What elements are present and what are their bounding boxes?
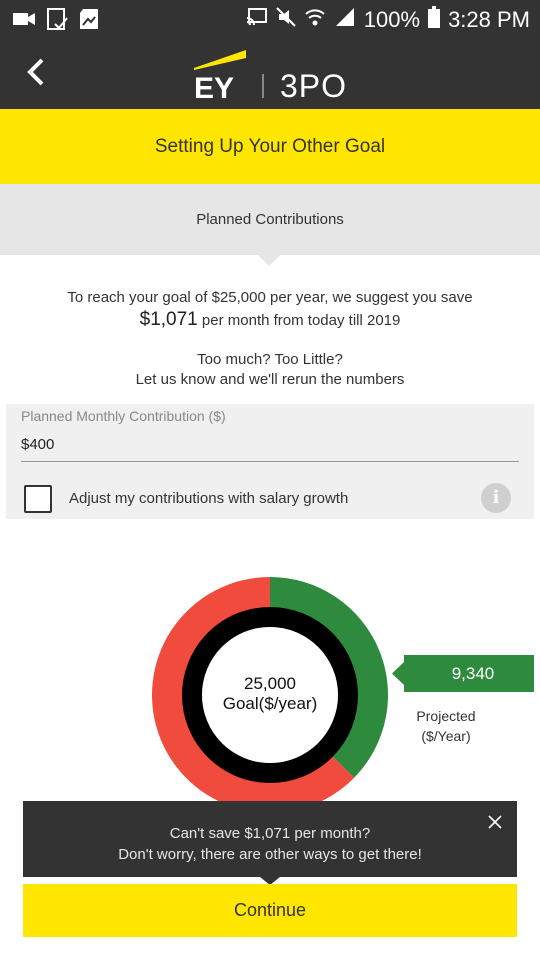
toast-line1: Can't save $1,071 per month? [169, 825, 371, 842]
contribution-form: Planned Monthly Contribution ($) Adjust … [6, 404, 534, 519]
section-header: Planned Contributions [0, 184, 540, 255]
rerun-prompt-line2: Let us know and we'll rerun the numbers [135, 371, 405, 388]
salary-growth-checkbox[interactable] [24, 485, 52, 513]
image-icon [78, 7, 102, 36]
section-title: Planned Contributions [196, 211, 344, 228]
battery-icon [428, 6, 441, 34]
rerun-prompt-line1: Too much? Too Little? [197, 351, 343, 368]
battery-percent: 100% [363, 7, 421, 32]
page-title: Setting Up Your Other Goal [154, 135, 386, 157]
status-bar: 100% 3:28 PM [0, 0, 540, 38]
mute-icon [276, 7, 296, 33]
continue-button[interactable]: Continue [23, 884, 517, 937]
projected-label-line1: Projected [416, 708, 476, 724]
signal-icon [334, 7, 356, 33]
contribution-label: Planned Monthly Contribution ($) [21, 408, 226, 424]
clipboard-check-icon [46, 7, 68, 36]
suggested-amount: $1,071 [139, 309, 198, 330]
status-right: 100% 3:28 PM [246, 6, 530, 34]
logo-text: EY [194, 72, 234, 102]
toast-close-button[interactable] [485, 812, 505, 832]
app-bar: EY 3PO [0, 38, 540, 109]
projected-value: 9,340 [451, 664, 495, 683]
goal-label: Goal($/year) [222, 694, 318, 713]
brand-divider [262, 74, 264, 98]
cast-icon [246, 7, 268, 33]
toast-message: Can't save $1,071 per month? Don't worry… [23, 823, 517, 865]
goal-center-text: 25,000 Goal($/year) [200, 674, 340, 714]
app-brand-name: 3PO [280, 68, 348, 104]
toast-line2: Don't worry, there are other ways to get… [118, 846, 422, 863]
monthly-contribution-input[interactable] [21, 428, 519, 462]
suggestion-line2: $1,071 per month from today till 2019 [0, 310, 540, 331]
suggestion-text: To reach your goal of $25,000 per year, … [0, 288, 540, 331]
shortfall-toast: Can't save $1,071 per month? Don't worry… [23, 801, 517, 877]
video-icon [12, 9, 36, 34]
projected-label: Projected ($/Year) [390, 706, 502, 746]
clock: 3:28 PM [448, 7, 530, 32]
goal-title-band: Setting Up Your Other Goal [0, 109, 540, 184]
goal-value: 25,000 [244, 674, 296, 693]
ey-logo: EY [192, 46, 256, 105]
salary-growth-label[interactable]: Adjust my contributions with salary grow… [69, 490, 348, 507]
projected-label-line2: ($/Year) [421, 728, 471, 744]
suggestion-suffix: per month from today till 2019 [201, 312, 401, 329]
rerun-prompt: Too much? Too Little? Let us know and we… [0, 350, 540, 390]
suggestion-line1: To reach your goal of $25,000 per year, … [67, 289, 473, 306]
section-pointer [258, 255, 280, 266]
wifi-icon [304, 7, 326, 33]
info-icon[interactable]: i [481, 483, 511, 513]
close-icon [488, 815, 502, 829]
back-button[interactable] [18, 52, 58, 92]
chevron-left-icon [27, 58, 44, 86]
status-left-icons [12, 7, 102, 36]
